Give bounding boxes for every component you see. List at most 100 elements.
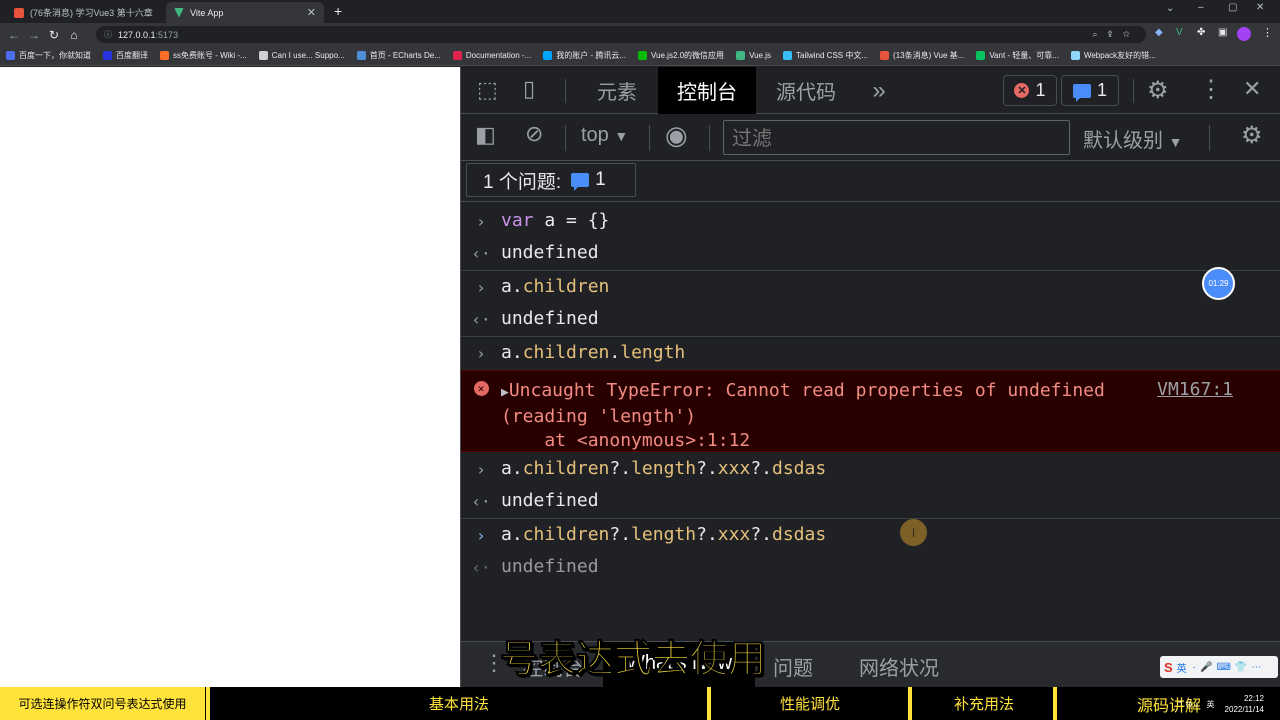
bookmark-label: Vant - 轻量、可靠... <box>989 51 1059 60</box>
divider <box>1209 125 1210 151</box>
new-tab-button[interactable]: + <box>334 3 342 19</box>
taskbar-clock[interactable]: 22:12 2022/11/14 <box>1225 693 1264 715</box>
input-chevron-icon: › <box>476 278 486 297</box>
tab-console[interactable]: 控制台 <box>658 67 756 114</box>
bookmark-favicon-icon <box>258 51 268 60</box>
close-window-icon[interactable]: ✕ <box>1256 2 1264 13</box>
issues-count: 1 <box>595 169 606 190</box>
console-input-line[interactable]: › a.children?.length?.xxx?.dsdas <box>461 524 1280 545</box>
bookmark-item[interactable]: Vue.js <box>736 51 771 60</box>
sidebar-toggle-icon[interactable]: ◧ <box>475 122 496 148</box>
row-separator <box>461 336 1280 337</box>
message-count-badge[interactable]: 1 <box>1061 75 1119 106</box>
bookmark-item[interactable]: 百度一下，你就知道 <box>6 50 91 61</box>
bookmark-item[interactable]: 百度翻译 <box>103 50 148 61</box>
device-toolbar-icon[interactable]: ▯ <box>523 76 535 102</box>
csdn-favicon-icon <box>14 7 24 18</box>
clear-console-icon[interactable]: ⊘ <box>525 121 543 147</box>
bookmark-item[interactable]: Vant - 轻量、可靠... <box>976 50 1059 61</box>
minimize-icon[interactable]: – <box>1198 2 1204 13</box>
console-input-line[interactable]: › a.children?.length?.xxx?.dsdas <box>461 458 1280 479</box>
console-input-line[interactable]: › a.children.length <box>461 342 1280 363</box>
settings-gear-icon[interactable]: ⚙ <box>1147 76 1169 105</box>
bookmark-item[interactable]: 我的账户 - 腾讯云... <box>543 50 626 61</box>
bookmark-item[interactable]: Tailwind CSS 中文... <box>783 50 868 61</box>
home-icon[interactable]: ⌂ <box>64 28 84 42</box>
devtools-panel: ⬚ ▯ 元素 控制台 源代码 » ✕ 1 1 ⚙ ⋮ ✕ ◧ ⊘ top ▼ ◉ … <box>460 67 1280 688</box>
page-viewport[interactable] <box>0 67 460 687</box>
ime-toolbar[interactable]: S 英 ·🎤⌨👕⋯ <box>1160 656 1278 678</box>
chevron-down-icon: ▼ <box>614 128 629 144</box>
address-bar[interactable]: ⓘ 127.0.0.1:5173 ⌕⇪☆ <box>96 26 1146 43</box>
bookmark-item[interactable]: Documentation -... <box>452 51 532 60</box>
back-icon[interactable]: ← <box>4 28 24 42</box>
prompt-chevron-icon: › <box>476 526 486 545</box>
issues-counter[interactable]: 1 个问题: 1 <box>466 163 636 197</box>
chapter-item[interactable]: 基本用法 <box>212 687 706 720</box>
code-text: a = {} <box>533 210 610 231</box>
zoom-share-star-icons[interactable]: ⌕⇪☆ <box>1093 29 1140 40</box>
inspect-element-icon[interactable]: ⬚ <box>477 77 498 103</box>
drawer-tab-issues[interactable]: 问题 <box>773 652 813 681</box>
bookmark-item[interactable]: Can I use... Suppo... <box>258 51 345 60</box>
console-error-message[interactable]: ✕ ▶Uncaught TypeError: Cannot read prope… <box>461 370 1280 452</box>
bookmark-item[interactable]: Vue.js2.0的微信应用 <box>638 50 724 61</box>
profile-avatar[interactable] <box>1237 27 1251 41</box>
error-count-badge[interactable]: ✕ 1 <box>1003 75 1057 106</box>
result-value: undefined <box>501 490 599 511</box>
code-property: children <box>522 524 610 545</box>
browser-tab[interactable]: (76条消息) 学习Vue3 第十六章 <box>6 2 164 23</box>
code-text: ?. <box>696 458 718 479</box>
expand-triangle-icon[interactable]: ▶ <box>501 385 509 400</box>
bookmark-label: Webpack友好的错... <box>1083 51 1156 60</box>
more-tabs-icon[interactable]: » <box>859 67 899 114</box>
filter-input[interactable] <box>723 120 1070 155</box>
close-tab-icon[interactable]: ✕ <box>307 6 316 19</box>
chapter-current[interactable]: 可选连操作符双问号表达式使用 <box>0 687 205 720</box>
extension-icon[interactable]: ◆ <box>1155 27 1163 38</box>
message-icon <box>1072 83 1091 102</box>
maximize-icon[interactable]: ▢ <box>1228 2 1237 13</box>
tray-language[interactable]: 英 <box>1207 699 1215 710</box>
tray-icons[interactable]: ⌃ ⊙ ♪ <box>1177 700 1199 709</box>
kebab-menu-icon[interactable]: ⋮ <box>1199 75 1223 104</box>
bookmark-label: Vue.js <box>749 51 771 60</box>
bookmark-item[interactable]: 首页 - ECharts De... <box>356 50 441 61</box>
bookmark-label: Documentation -... <box>465 51 532 60</box>
bookmark-item[interactable]: Webpack友好的错... <box>1070 50 1156 61</box>
ime-tool-icons[interactable]: ·🎤⌨👕⋯ <box>1193 662 1266 673</box>
error-source-link[interactable]: VM167:1 <box>1157 379 1233 400</box>
info-icon[interactable]: ⓘ <box>104 29 112 40</box>
code-property: length <box>631 458 697 479</box>
close-devtools-icon[interactable]: ✕ <box>1243 76 1261 102</box>
drawer-tab-network-conditions[interactable]: 网络状况 <box>859 652 939 681</box>
tab-elements[interactable]: 元素 <box>579 67 655 114</box>
reload-icon[interactable]: ↻ <box>44 28 64 42</box>
bookmark-item[interactable]: ss免费账号 - Wiki -... <box>160 50 247 61</box>
code-property: dsdas <box>772 458 827 479</box>
forward-icon[interactable]: → <box>24 28 44 42</box>
bookmark-item[interactable]: (13条消息) Vue 基... <box>880 50 964 61</box>
tab-sources[interactable]: 源代码 <box>759 67 853 114</box>
console-input-line[interactable]: › a.children <box>461 276 1280 297</box>
menu-icon[interactable]: ⋮ <box>1262 26 1273 39</box>
console-result-line: ‹· undefined <box>461 308 1280 329</box>
bookmark-label: 首页 - ECharts De... <box>369 51 441 60</box>
context-selector[interactable]: top ▼ <box>581 124 628 147</box>
console-settings-gear-icon[interactable]: ⚙ <box>1241 121 1263 150</box>
chapter-item[interactable]: 性能调优 <box>713 687 907 720</box>
console-output[interactable]: › var a = {} ‹· undefined › a.children ‹… <box>461 201 1280 641</box>
tab-search-icon[interactable]: ⌄ <box>1166 3 1174 14</box>
extensions-puzzle-icon[interactable]: ✤ <box>1197 27 1205 38</box>
live-expression-eye-icon[interactable]: ◉ <box>665 120 688 151</box>
console-filter-bar: ◧ ⊘ top ▼ ◉ 默认级别 ▼ ⚙ <box>461 115 1280 161</box>
console-input-line[interactable]: › var a = {} <box>461 210 1280 231</box>
side-panel-icon[interactable]: ▣ <box>1218 27 1227 38</box>
log-level-selector[interactable]: 默认级别 ▼ <box>1083 124 1182 153</box>
vue-devtools-icon[interactable]: V <box>1176 27 1183 38</box>
browser-tab-active[interactable]: Vite App ✕ <box>166 2 324 23</box>
code-property: xxx <box>717 458 751 479</box>
divider <box>709 125 710 151</box>
chapter-item[interactable]: 补充用法 <box>914 687 1054 720</box>
bookmark-favicon-icon <box>356 51 366 60</box>
